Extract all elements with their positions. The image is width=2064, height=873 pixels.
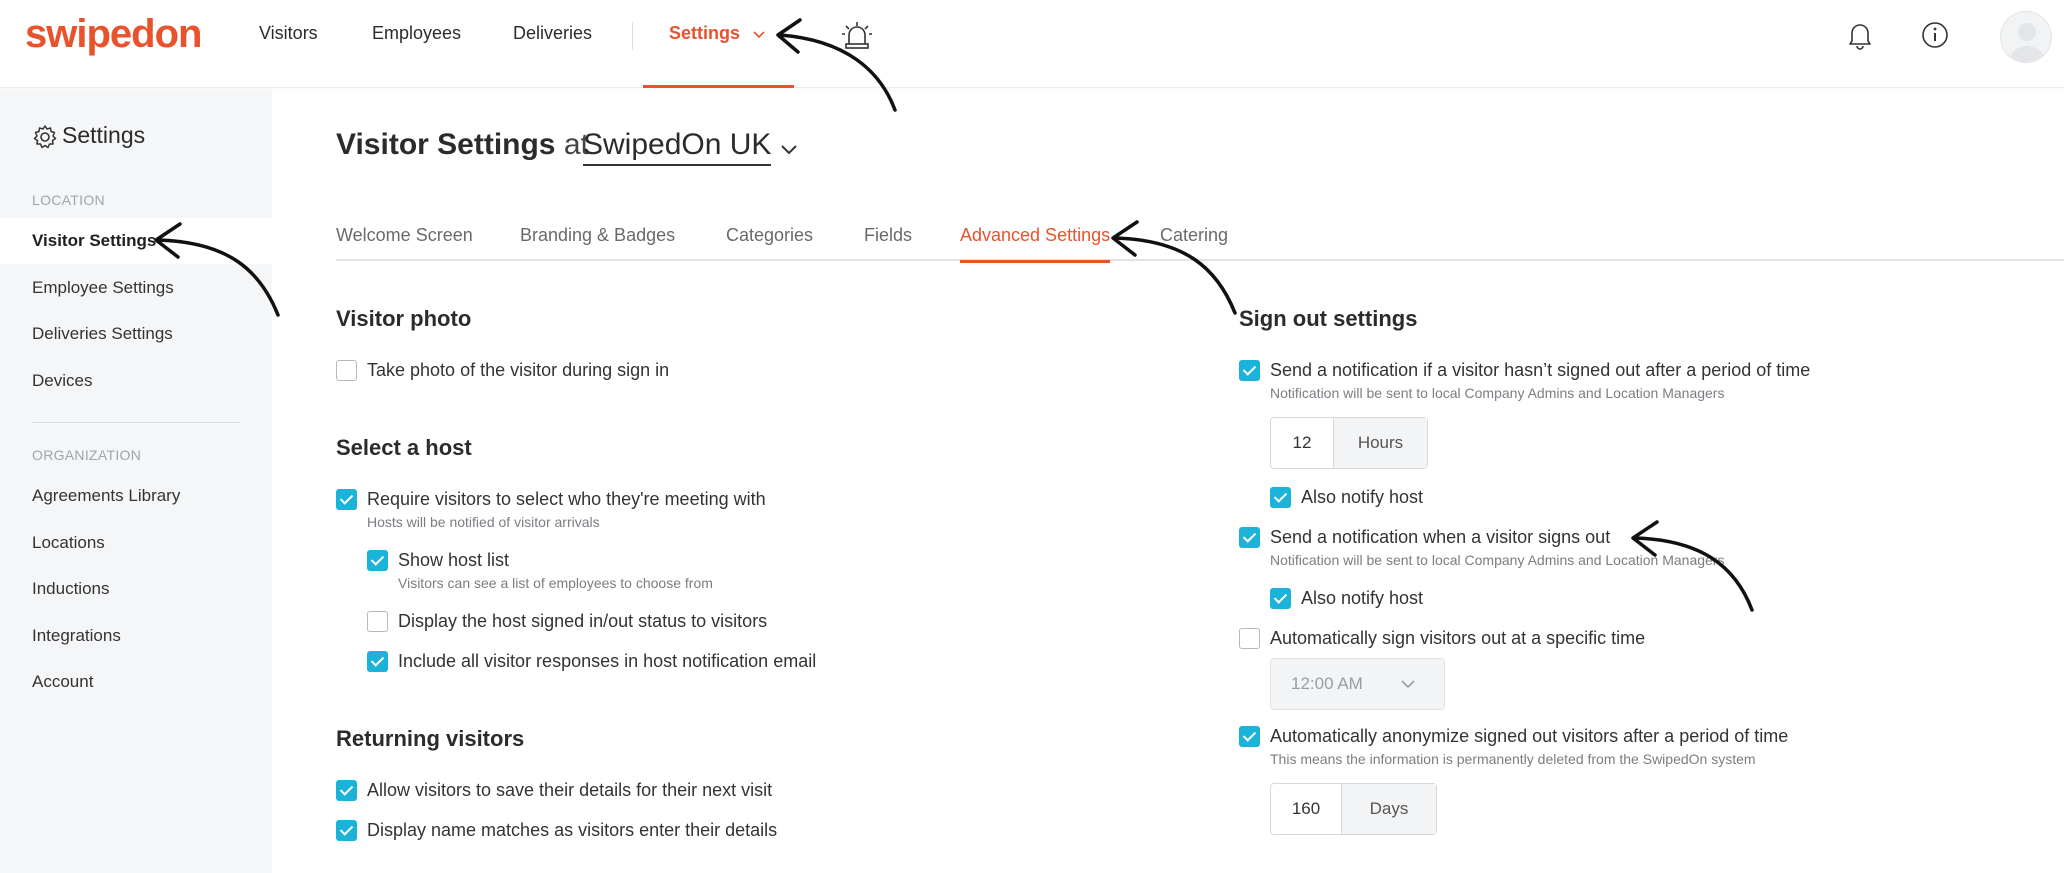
organization-section-label: ORGANIZATION (32, 447, 142, 463)
notify-period-label: Send a notification if a visitor hasn’t … (1270, 360, 1811, 380)
signout-time-value: 12:00 AM (1291, 674, 1363, 693)
anonymize-checkbox[interactable] (1239, 726, 1260, 747)
sidebar-item-integrations[interactable]: Integrations (0, 613, 272, 659)
tab-advanced-settings[interactable]: Advanced Settings (960, 225, 1111, 263)
tab-branding-badges[interactable]: Branding & Badges (520, 225, 675, 261)
show-host-list-hint: Visitors can see a list of employees to … (398, 575, 713, 591)
chevron-down-icon[interactable] (779, 142, 799, 158)
days-unit: Days (1341, 784, 1436, 834)
hours-unit: Hours (1333, 418, 1427, 468)
location-selector[interactable]: SwipedOn UK (583, 128, 772, 166)
include-responses-label: Include all visitor responses in host no… (398, 651, 817, 671)
location-section-label: LOCATION (32, 192, 105, 208)
hours-input-group: 12 Hours (1270, 417, 1428, 469)
notify-signout-hint: Notification will be sent to local Compa… (1270, 552, 1725, 568)
chevron-down-icon (1401, 680, 1415, 689)
also-notify-host-2-checkbox[interactable] (1270, 588, 1291, 609)
include-responses-checkbox[interactable] (367, 651, 388, 672)
tab-welcome-screen[interactable]: Welcome Screen (336, 225, 473, 261)
sidebar-item-deliveries-settings[interactable]: Deliveries Settings (0, 311, 272, 357)
notify-signout-checkbox[interactable] (1239, 527, 1260, 548)
hours-input[interactable]: 12 (1271, 418, 1333, 468)
show-host-list-label: Show host list (398, 550, 510, 570)
display-host-status-checkbox[interactable] (367, 611, 388, 632)
nav-employees[interactable]: Employees (372, 23, 461, 44)
notify-period-checkbox[interactable] (1239, 360, 1260, 381)
settings-sidebar: Settings LOCATION Visitor Settings Emplo… (0, 89, 272, 873)
select-host-title: Select a host (336, 435, 472, 460)
show-host-list-checkbox[interactable] (367, 550, 388, 571)
nav-active-underline (643, 85, 794, 88)
also-notify-host-checkbox[interactable] (1270, 487, 1291, 508)
nav-settings[interactable]: Settings (669, 23, 740, 44)
name-matches-label: Display name matches as visitors enter t… (367, 820, 778, 840)
save-details-label: Allow visitors to save their details for… (367, 780, 773, 800)
chevron-down-icon[interactable] (751, 26, 767, 42)
sidebar-item-locations[interactable]: Locations (0, 520, 272, 566)
take-photo-checkbox[interactable] (336, 360, 357, 381)
sidebar-item-visitor-settings[interactable]: Visitor Settings (0, 218, 272, 264)
page-title: Visitor Settings at (336, 128, 589, 162)
require-host-checkbox[interactable] (336, 489, 357, 510)
signout-time-select[interactable]: 12:00 AM (1270, 658, 1445, 710)
user-icon (2009, 23, 2045, 62)
sidebar-item-inductions[interactable]: Inductions (0, 566, 272, 612)
sidebar-divider (32, 422, 240, 423)
also-notify-host-label: Also notify host (1301, 487, 1424, 507)
alarm-icon[interactable] (840, 20, 874, 50)
returning-visitors-title: Returning visitors (336, 726, 525, 751)
page-title-label: Visitor Settings (336, 128, 556, 161)
anonymize-label: Automatically anonymize signed out visit… (1270, 726, 1789, 746)
anonymize-hint: This means the information is permanentl… (1270, 751, 1756, 767)
save-details-checkbox[interactable] (336, 780, 357, 801)
nav-deliveries[interactable]: Deliveries (513, 23, 592, 44)
sidebar-item-employee-settings[interactable]: Employee Settings (0, 265, 272, 311)
also-notify-host-2-label: Also notify host (1301, 588, 1424, 608)
top-navigation-bar: swipedon Visitors Employees Deliveries S… (0, 0, 2064, 88)
take-photo-label: Take photo of the visitor during sign in (367, 360, 670, 380)
nav-visitors[interactable]: Visitors (259, 23, 318, 44)
require-host-hint: Hosts will be notified of visitor arriva… (367, 514, 600, 530)
notify-signout-label: Send a notification when a visitor signs… (1270, 527, 1611, 547)
sidebar-title-label: Settings (62, 122, 146, 148)
sidebar-item-account[interactable]: Account (0, 659, 272, 705)
tab-categories[interactable]: Categories (726, 225, 813, 261)
bell-icon[interactable] (1846, 20, 1874, 50)
gear-icon (33, 125, 57, 149)
auto-signout-checkbox[interactable] (1239, 628, 1260, 649)
require-host-label: Require visitors to select who they're m… (367, 489, 766, 509)
auto-signout-label: Automatically sign visitors out at a spe… (1270, 628, 1646, 648)
tab-fields[interactable]: Fields (864, 225, 912, 261)
avatar[interactable] (2000, 11, 2052, 63)
swipedon-logo[interactable]: swipedon (25, 12, 202, 57)
nav-divider (632, 22, 633, 50)
sidebar-item-devices[interactable]: Devices (0, 358, 272, 404)
tab-catering[interactable]: Catering (1160, 225, 1228, 261)
notify-period-hint: Notification will be sent to local Compa… (1270, 385, 1725, 401)
days-input[interactable]: 160 (1271, 784, 1341, 834)
visitor-photo-title: Visitor photo (336, 306, 472, 331)
name-matches-checkbox[interactable] (336, 820, 357, 841)
sign-out-settings-title: Sign out settings (1239, 306, 1418, 331)
sidebar-item-agreements-library[interactable]: Agreements Library (0, 473, 272, 519)
display-host-status-label: Display the host signed in/out status to… (398, 611, 768, 631)
settings-tabs: Welcome Screen Branding & Badges Categor… (336, 225, 2064, 263)
info-icon[interactable] (1921, 21, 1949, 49)
days-input-group: 160 Days (1270, 783, 1437, 835)
